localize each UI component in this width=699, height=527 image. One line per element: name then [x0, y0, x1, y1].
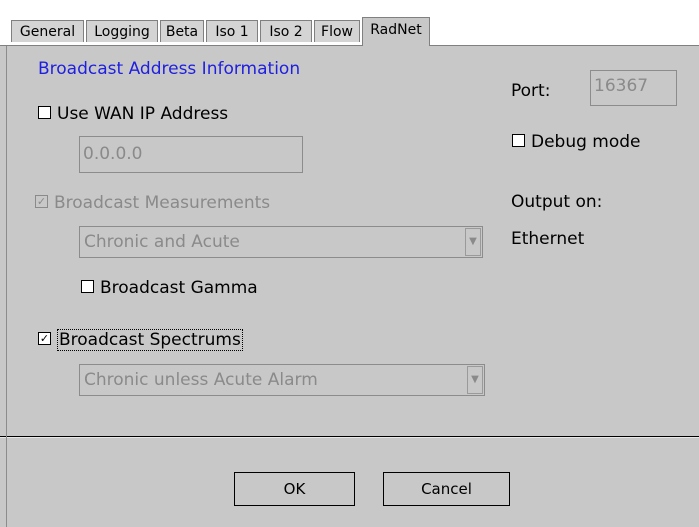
tab-radnet[interactable]: RadNet [362, 17, 430, 46]
broadcast-measurements-checkbox[interactable]: ✓ Broadcast Measurements [35, 193, 270, 213]
chevron-down-icon[interactable]: ▼ [465, 228, 481, 256]
tab-iso-1[interactable]: Iso 1 [206, 20, 258, 42]
spectrums-combo[interactable]: Chronic unless Acute Alarm ▼ [79, 364, 485, 396]
tab-iso-2[interactable]: Iso 2 [260, 20, 312, 42]
use-wan-checkbox[interactable]: Use WAN IP Address [38, 104, 228, 124]
broadcast-spectrums-label: Broadcast Spectrums [57, 329, 243, 351]
tab-flow[interactable]: Flow [314, 20, 360, 42]
left-border [6, 46, 7, 527]
debug-mode-check-icon [512, 133, 525, 147]
wan-ip-field[interactable]: 0.0.0.0 [79, 136, 303, 173]
radnet-settings-window: General Logging Beta Iso 1 Iso 2 Flow Ra… [0, 0, 699, 527]
broadcast-measurements-label: Broadcast Measurements [54, 193, 271, 213]
broadcast-spectrums-check-icon: ✓ [38, 331, 51, 345]
broadcast-measurements-check-icon: ✓ [35, 194, 48, 208]
measurements-combo[interactable]: Chronic and Acute ▼ [79, 226, 483, 258]
broadcast-gamma-checkbox[interactable]: Broadcast Gamma [81, 278, 258, 298]
debug-mode-label: Debug mode [531, 132, 641, 152]
chevron-down-icon[interactable]: ▼ [467, 366, 483, 394]
tab-beta[interactable]: Beta [160, 20, 204, 42]
tab-logging[interactable]: Logging [86, 20, 158, 42]
ok-button[interactable]: OK [234, 472, 355, 506]
use-wan-label: Use WAN IP Address [57, 104, 229, 124]
section-title: Broadcast Address Information [38, 59, 301, 79]
divider-highlight [0, 437, 699, 438]
port-label: Port: [511, 81, 551, 101]
use-wan-check-icon [38, 105, 51, 119]
broadcast-gamma-label: Broadcast Gamma [100, 278, 258, 298]
port-field[interactable]: 16367 [590, 70, 677, 106]
cancel-button[interactable]: Cancel [383, 472, 510, 506]
measurements-combo-value: Chronic and Acute [84, 232, 240, 252]
broadcast-gamma-check-icon [81, 279, 94, 293]
spectrums-combo-value: Chronic unless Acute Alarm [84, 370, 318, 390]
debug-mode-checkbox[interactable]: Debug mode [512, 132, 641, 152]
broadcast-spectrums-checkbox[interactable]: ✓ Broadcast Spectrums [38, 329, 243, 351]
tab-strip: General Logging Beta Iso 1 Iso 2 Flow Ra… [0, 0, 699, 46]
output-label: Output on: [511, 192, 603, 212]
tab-general[interactable]: General [11, 20, 84, 42]
output-value: Ethernet [511, 229, 585, 249]
